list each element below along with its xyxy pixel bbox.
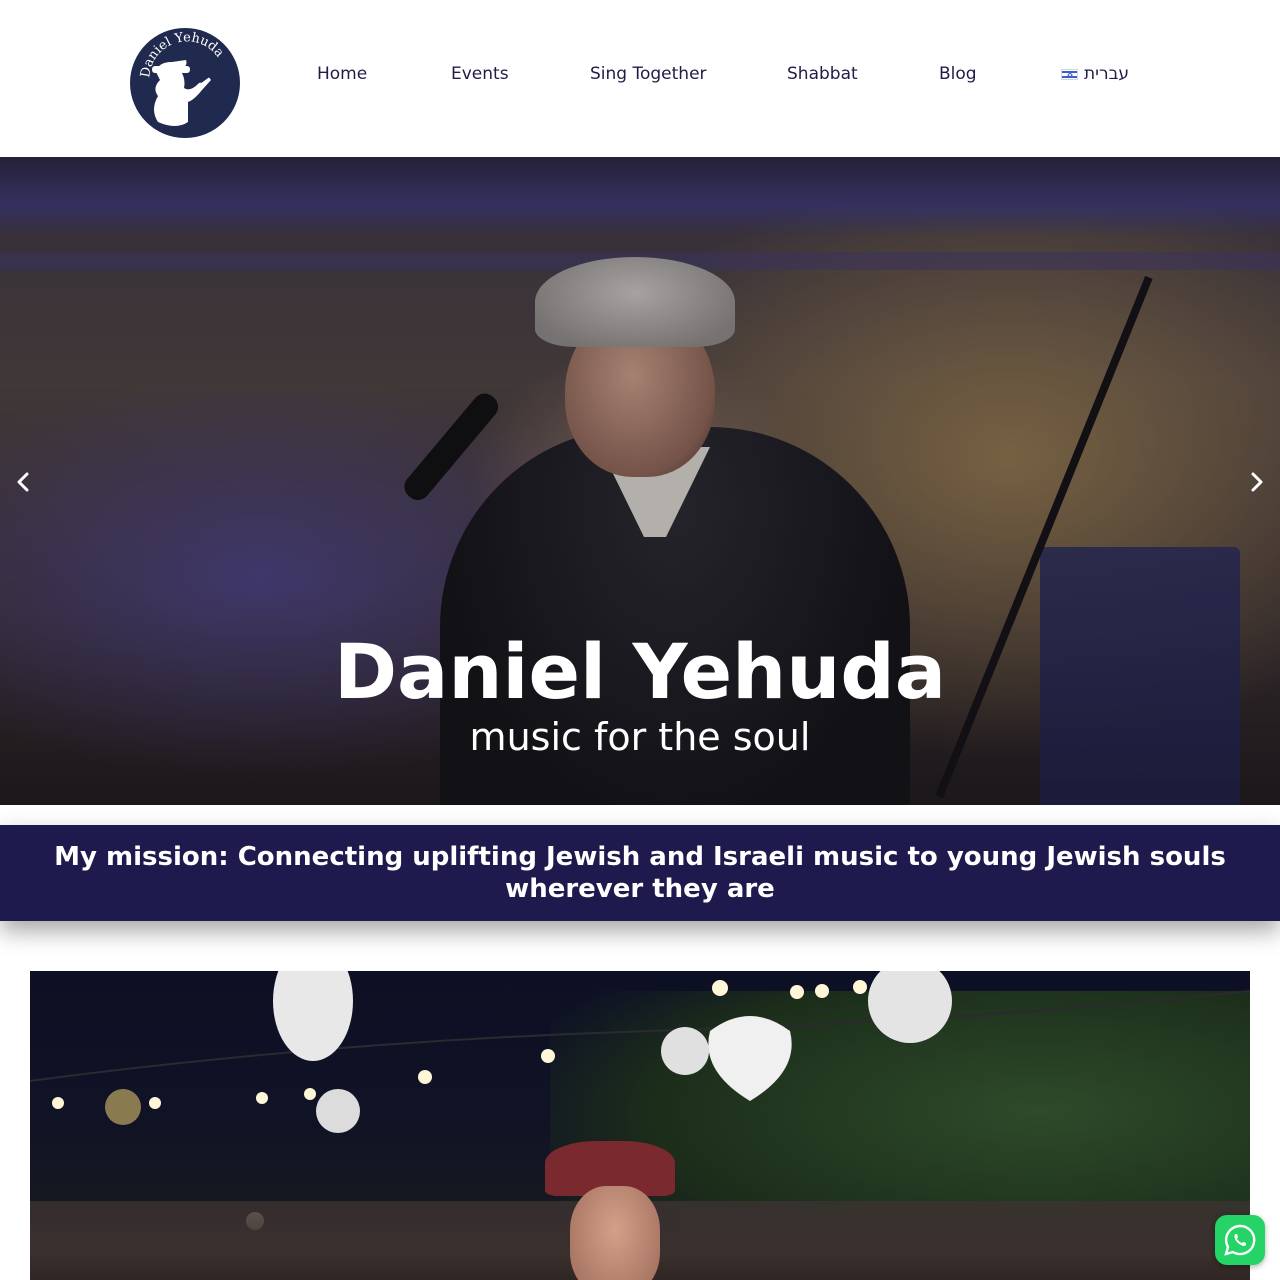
event-photo [30,971,1250,1280]
main-nav: Home Events Sing Together Shabbat Blog ע… [0,64,1280,92]
chevron-left-icon [17,472,29,492]
nav-blog-link[interactable]: Blog [939,64,977,84]
site-header: Daniel Yehuda Home Events Sing Together … [0,0,1280,157]
nav-language-switch[interactable]: עברית [1061,64,1129,84]
nav-events-link[interactable]: Events [451,64,509,84]
hero-subtitle: music for the soul [469,715,811,759]
whatsapp-icon [1224,1224,1256,1256]
hero-slider: Daniel Yehuda music for the soul [0,157,1280,805]
slider-prev-button[interactable] [8,467,38,497]
whatsapp-button[interactable] [1215,1215,1265,1265]
hero-title: Daniel Yehuda [333,627,947,716]
israel-flag-icon [1061,68,1078,80]
nav-shabbat-link[interactable]: Shabbat [787,64,858,84]
nav-home-link[interactable]: Home [317,64,367,84]
mission-statement: My mission: Connecting uplifting Jewish … [54,842,1226,904]
nav-sing-together-link[interactable]: Sing Together [590,64,707,84]
chevron-right-icon [1251,472,1263,492]
event-photo-face [570,1186,660,1280]
language-label: עברית [1084,64,1130,84]
slider-next-button[interactable] [1242,467,1272,497]
mission-banner: My mission: Connecting uplifting Jewish … [0,825,1280,921]
